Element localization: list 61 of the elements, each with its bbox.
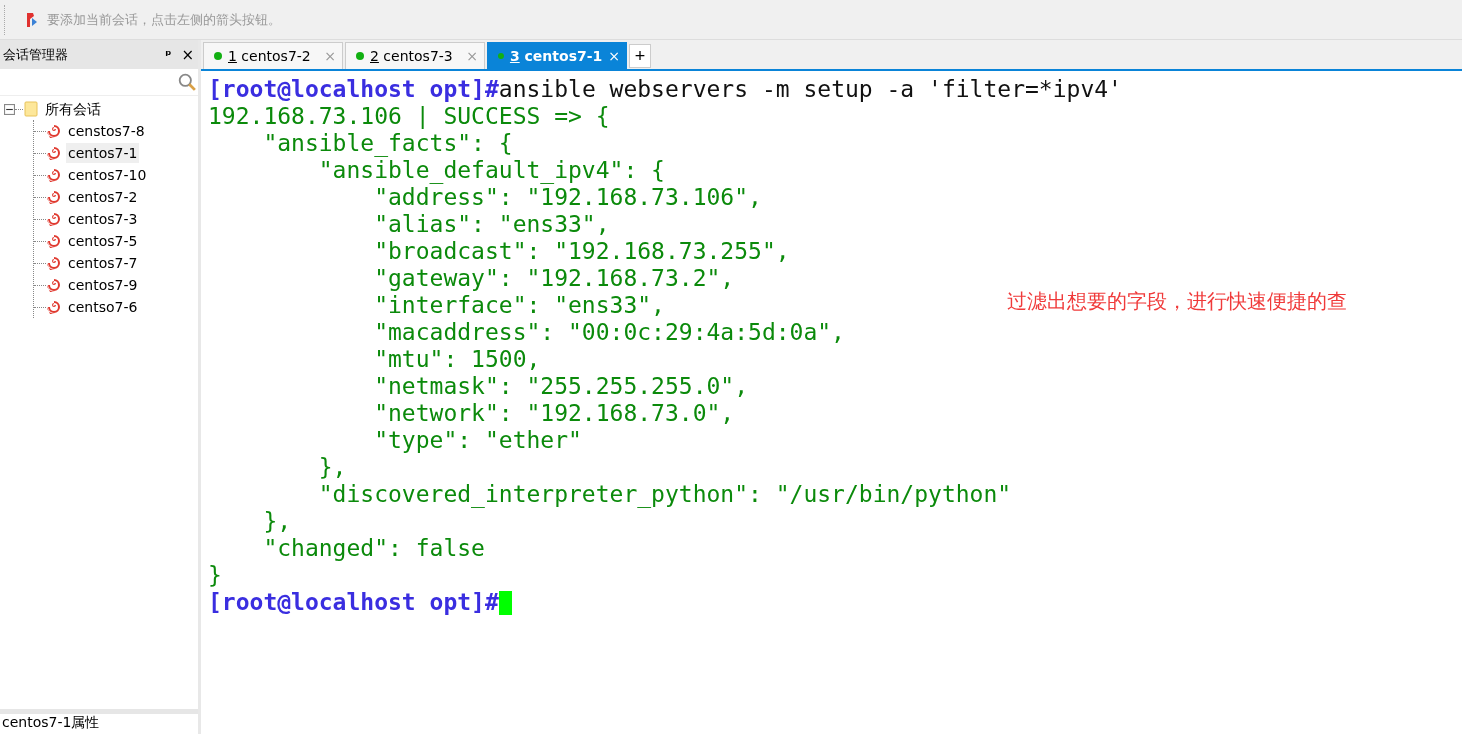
tab-label: 2 centos7-3 (370, 48, 454, 64)
spiral-icon (46, 145, 62, 161)
tab-close-button[interactable]: × (608, 48, 620, 64)
panel-title: 会话管理器 (3, 45, 69, 64)
output-line: "discovered_interpreter_python": "/usr/bin/python" (317, 481, 1012, 508)
close-button[interactable]: × (181, 45, 194, 64)
spiral-icon (46, 255, 62, 271)
new-tab-button[interactable]: + (629, 44, 651, 68)
tree-item[interactable]: centos7-9 (66, 275, 140, 295)
spiral-icon (46, 299, 62, 315)
output-line: }, (262, 508, 292, 535)
output-line: "mtu": 1500, (373, 346, 541, 373)
output-line: "changed": false (262, 535, 485, 562)
tab-label: 3 centos7-1 (509, 48, 603, 64)
status-dot-icon (214, 52, 222, 60)
folder-icon (24, 101, 38, 117)
spiral-icon (46, 277, 62, 293)
status-dot-icon (356, 52, 364, 60)
tree-item[interactable]: 所有会话 (43, 99, 103, 119)
output-line: "gateway": "192.168.73.2", (373, 265, 735, 292)
text-cursor (498, 590, 512, 615)
spiral-icon (46, 189, 62, 205)
shell-prompt: [root@localhost opt]# (208, 589, 499, 616)
spiral-icon (46, 211, 62, 227)
session-tab[interactable]: 3 centos7-1 × (487, 42, 627, 69)
tree-item[interactable]: centos7-7 (66, 253, 140, 273)
status-dot-icon (498, 52, 504, 60)
search-icon[interactable] (178, 73, 196, 91)
tree-item[interactable]: centos7-1 (66, 143, 140, 163)
session-tab[interactable]: 1 centos7-2 × (203, 42, 343, 69)
session-tab[interactable]: 2 centos7-3 × (345, 42, 485, 69)
output-line: } (208, 562, 222, 589)
properties-title: centos7-1属性 (2, 714, 100, 730)
spiral-icon (46, 167, 62, 183)
annotation-text: 过滤出想要的字段，进行快速便捷的查 (1007, 289, 1347, 313)
command-text: ansible webservers -m setup -a 'filter=*ipv4' (498, 76, 1122, 103)
output-line: "network": "192.168.73.0", (373, 400, 735, 427)
output-line: "macaddress": "00:0c:29:4a:5d:0a", (373, 319, 845, 346)
tab-label: 1 centos7-2 (228, 48, 312, 64)
tree-item[interactable]: centos7-10 (66, 165, 149, 185)
toolbar-hint: 要添加当前会话，点击左侧的箭头按钮。 (47, 10, 281, 29)
output-line: "broadcast": "192.168.73.255", (373, 238, 790, 265)
tree-item[interactable]: centos7-5 (66, 231, 140, 251)
output-line: "netmask": "255.255.255.0", (373, 373, 749, 400)
output-line: "type": "ether" (373, 427, 582, 454)
tree-item[interactable]: centso7-6 (66, 297, 140, 317)
output-line: }, (317, 454, 347, 481)
pin-button[interactable]: ᵖ (165, 47, 172, 62)
output-line: 192.168.73.106 | SUCCESS => { (208, 103, 610, 130)
shell-prompt: [root@localhost opt]# (208, 76, 499, 103)
spiral-icon (46, 233, 62, 249)
collapse-toggle-icon[interactable] (4, 103, 15, 115)
output-line: "ansible_facts": { (262, 130, 513, 157)
tree-item[interactable]: centos7-2 (66, 187, 140, 207)
output-line: "interface": "ens33", (373, 292, 665, 319)
tree-item[interactable]: centos7-3 (66, 209, 140, 229)
output-line: "address": "192.168.73.106", (373, 184, 762, 211)
tree-item[interactable]: censtos7-8 (66, 121, 147, 141)
spiral-icon (46, 123, 62, 139)
output-line: "alias": "ens33", (373, 211, 610, 238)
output-line: "ansible_default_ipv4": { (317, 157, 665, 184)
